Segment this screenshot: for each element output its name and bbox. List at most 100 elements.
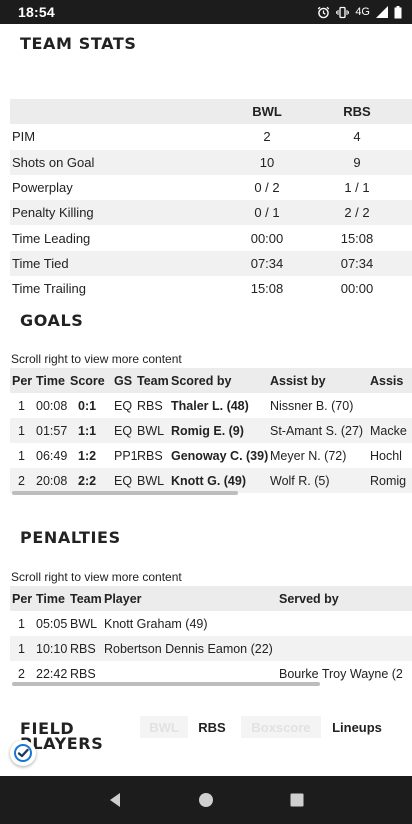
- goal-assist-1: St-Amant S. (27): [270, 423, 364, 438]
- stat-value-a: 00:00: [250, 230, 284, 246]
- col-team: Team: [137, 373, 169, 388]
- network-label: 4G: [355, 6, 370, 18]
- team-stats-table: BWL RBS PIM 2 4 Shots on Goal 10 9 Power…: [10, 99, 412, 301]
- vibrate-icon: [336, 6, 350, 19]
- stat-label: PIM: [12, 129, 36, 145]
- team-toggle-rbs[interactable]: RBS: [188, 716, 236, 738]
- stat-label: Time Trailing: [12, 281, 86, 297]
- stat-label: Shots on Goal: [12, 154, 95, 170]
- table-row: 2 20:08 2:2 EQ BWL Knott G. (49) Wolf R.…: [10, 468, 412, 493]
- stat-value-a: 15:08: [250, 281, 284, 297]
- table-header: Per Time Score GS Team Scored by Assist …: [10, 368, 412, 393]
- table-row: Time Leading 00:00 15:08: [10, 225, 412, 250]
- goals-scrollbar[interactable]: [12, 491, 238, 495]
- col-time: Time: [36, 591, 65, 606]
- goal-team: RBS: [137, 448, 163, 463]
- status-bar: 18:54 4G: [0, 0, 412, 24]
- stat-label: Time Tied: [12, 255, 69, 271]
- verified-badge-icon[interactable]: [10, 740, 36, 766]
- col-score: Score: [70, 373, 105, 388]
- penalty-time: 10:10: [36, 641, 68, 656]
- col-scored-by: Scored by: [171, 373, 232, 388]
- view-toggle-lineups[interactable]: Lineups: [321, 716, 393, 738]
- page-content[interactable]: TEAM STATS BWL RBS PIM 2 4 Shots on Goal…: [0, 24, 412, 776]
- stat-value-a: 10: [259, 154, 275, 170]
- goal-score: 0:1: [78, 398, 97, 413]
- goal-per: 1: [18, 398, 25, 413]
- goal-time: 20:08: [36, 473, 68, 488]
- team-stats-title: TEAM STATS: [20, 34, 137, 53]
- penalty-per: 2: [18, 666, 25, 681]
- penalty-time: 22:42: [36, 666, 68, 681]
- goal-team: BWL: [137, 473, 165, 488]
- view-toggle[interactable]: Boxscore Lineups: [241, 716, 393, 738]
- goals-scroll-hint: Scroll right to view more content: [11, 352, 182, 366]
- table-row: 1 06:49 1:2 PP1 RBS Genoway C. (39) Meye…: [10, 443, 412, 468]
- goal-score: 2:2: [78, 473, 97, 488]
- status-icons: 4G: [317, 5, 402, 19]
- goal-gs: PP1: [114, 448, 137, 463]
- penalties-title: PENALTIES: [20, 528, 121, 547]
- stat-value-b: 9: [353, 154, 361, 170]
- penalties-table[interactable]: Per Time Team Player Served by 1 05:05 B…: [10, 586, 412, 686]
- penalty-per: 1: [18, 616, 25, 631]
- team-toggle[interactable]: BWL RBS: [140, 716, 236, 738]
- goal-per: 1: [18, 448, 25, 463]
- home-icon[interactable]: [194, 788, 218, 812]
- stat-label: Time Leading: [12, 230, 91, 246]
- table-row: 1 10:10 RBS Robertson Dennis Eamon (22): [10, 636, 412, 661]
- navigation-bar: [0, 776, 412, 824]
- col-gs: GS: [114, 373, 133, 388]
- penalty-team: RBS: [70, 641, 96, 656]
- penalty-time: 05:05: [36, 616, 68, 631]
- penalty-per: 1: [18, 641, 25, 656]
- penalty-served-by: Bourke Troy Wayne (2: [279, 666, 403, 681]
- goal-time: 06:49: [36, 448, 68, 463]
- goal-team: RBS: [137, 398, 163, 413]
- goals-title: GOALS: [20, 311, 84, 330]
- goal-score: 1:1: [78, 423, 97, 438]
- team-toggle-bwl[interactable]: BWL: [140, 716, 188, 738]
- stat-value-a: 2: [263, 129, 271, 145]
- view-toggle-boxscore[interactable]: Boxscore: [241, 716, 321, 738]
- penalty-team: BWL: [70, 616, 98, 631]
- back-icon[interactable]: [103, 788, 127, 812]
- goal-scorer: Romig E. (9): [171, 423, 244, 438]
- goal-assist-1: Meyer N. (72): [270, 448, 347, 463]
- col-per: Per: [12, 591, 33, 606]
- penalties-scrollbar[interactable]: [12, 682, 320, 686]
- stat-value-a: 0 / 1: [254, 205, 280, 221]
- goal-assist-2: Hochl: [370, 448, 402, 463]
- goal-assist-1: Wolf R. (5): [270, 473, 330, 488]
- status-time: 18:54: [18, 4, 55, 20]
- col-player: Player: [104, 591, 142, 606]
- table-row: Penalty Killing 0 / 1 2 / 2: [10, 200, 412, 226]
- goals-table[interactable]: Per Time Score GS Team Scored by Assist …: [10, 368, 412, 493]
- col-team: Team: [70, 591, 102, 606]
- stat-value-b: 2 / 2: [344, 205, 370, 221]
- stat-value-a: 0 / 2: [254, 180, 280, 196]
- stat-value-b: 07:34: [340, 255, 374, 271]
- col-assist-by: Assist by: [270, 373, 326, 388]
- goal-time: 01:57: [36, 423, 68, 438]
- stat-value-b: 00:00: [340, 281, 374, 297]
- goal-assist-1: Nissner B. (70): [270, 398, 354, 413]
- team-b-header: RBS: [343, 104, 371, 120]
- goal-scorer: Genoway C. (39): [171, 448, 269, 463]
- team-a-header: BWL: [252, 104, 282, 120]
- goal-scorer: Thaler L. (48): [171, 398, 249, 413]
- goal-per: 2: [18, 473, 25, 488]
- stat-label: Penalty Killing: [12, 205, 94, 221]
- col-time: Time: [36, 373, 65, 388]
- goal-per: 1: [18, 423, 25, 438]
- recents-icon[interactable]: [285, 788, 309, 812]
- stat-value-a: 07:34: [250, 255, 284, 271]
- goal-assist-2: Macke: [370, 423, 407, 438]
- table-row: 1 00:08 0:1 EQ RBS Thaler L. (48) Nissne…: [10, 393, 412, 418]
- goal-gs: EQ: [114, 473, 133, 488]
- stat-value-b: 15:08: [340, 230, 374, 246]
- table-row: Powerplay 0 / 2 1 / 1: [10, 175, 412, 200]
- penalty-player: Knott Graham (49): [104, 616, 208, 631]
- penalties-scroll-hint: Scroll right to view more content: [11, 570, 182, 584]
- table-row: PIM 2 4: [10, 124, 412, 149]
